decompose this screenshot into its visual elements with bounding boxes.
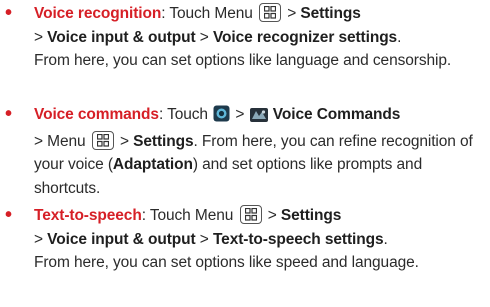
period: . — [397, 28, 402, 46]
item-text: Voice commands: Touch > Voice Commands >… — [34, 103, 486, 200]
item-sep: : Touch Menu — [161, 5, 253, 22]
target-label: Text-to-speech settings — [212, 230, 384, 248]
target-label: Voice recognizer settings — [212, 28, 398, 46]
bullet: • — [5, 103, 13, 125]
voice-io-label: Voice input & output — [47, 28, 196, 46]
item-text: Text-to-speech: Touch Menu > Settings > … — [34, 204, 486, 275]
menu-key-icon — [239, 205, 262, 224]
item-title: Voice recognition — [34, 5, 162, 22]
menu-key-icon — [259, 3, 281, 22]
help-page: • Voice recognition: Touch Menu > Settin… — [0, 0, 490, 307]
bullet: • — [5, 2, 13, 24]
voice-io-label: Voice input & output — [47, 230, 196, 248]
bullet: • — [5, 204, 13, 226]
voice-app-icon — [213, 105, 230, 130]
item-description: From here, you can set options like lang… — [34, 52, 452, 69]
nav-separator: > — [199, 230, 209, 248]
nav-separator: > — [199, 28, 209, 46]
voice-commands-icon — [249, 106, 268, 130]
adaptation-label: Adaptation — [112, 156, 193, 173]
menu-path: > Menu — [34, 132, 86, 150]
item-description: From here, you can set options like spee… — [34, 254, 419, 271]
settings-label: Settings — [300, 5, 361, 22]
menu-key-icon — [91, 130, 114, 150]
nav-separator: > — [287, 5, 297, 22]
settings-label: Settings — [280, 207, 342, 224]
nav-separator: > — [119, 132, 129, 150]
nav-separator: > — [235, 106, 245, 123]
nav-separator: > — [34, 28, 43, 46]
voice-commands-label: Voice Commands — [272, 106, 401, 123]
nav-separator: > — [34, 230, 43, 248]
period: . — [383, 230, 388, 248]
settings-label: Settings — [133, 132, 194, 150]
item-title: Voice commands — [34, 106, 159, 123]
item-text: Voice recognition: Touch Menu > Settings… — [34, 2, 486, 73]
item-title: Text-to-speech — [34, 207, 142, 224]
item-sep: : Touch Menu — [141, 207, 234, 224]
nav-separator: > — [267, 207, 277, 224]
item-sep: : Touch — [158, 106, 208, 123]
